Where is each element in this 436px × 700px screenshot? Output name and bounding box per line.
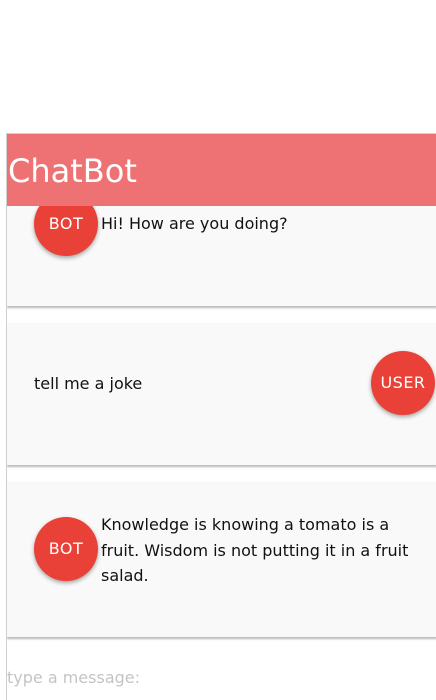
user-avatar: USER — [371, 351, 435, 415]
message-input[interactable] — [7, 654, 436, 700]
user-message-card: tell me a joke USER — [7, 323, 436, 465]
bot-avatar: BOT — [34, 517, 98, 581]
user-message-text: tell me a joke — [34, 374, 143, 393]
bot-message-card: BOT Knowledge is knowing a tomato is a f… — [7, 482, 436, 637]
app-header: ChatBot — [7, 134, 436, 206]
message-input-bar — [7, 654, 436, 700]
bot-message-card: BOT Hi! How are you doing? — [7, 206, 436, 306]
bot-message-text: Knowledge is knowing a tomato is a fruit… — [101, 515, 409, 585]
bot-message-text: Hi! How are you doing? — [101, 214, 288, 233]
chat-app: ChatBot BOT Hi! How are you doing? tell … — [6, 133, 436, 700]
app-title: ChatBot — [8, 152, 137, 190]
bot-avatar: BOT — [34, 206, 98, 256]
